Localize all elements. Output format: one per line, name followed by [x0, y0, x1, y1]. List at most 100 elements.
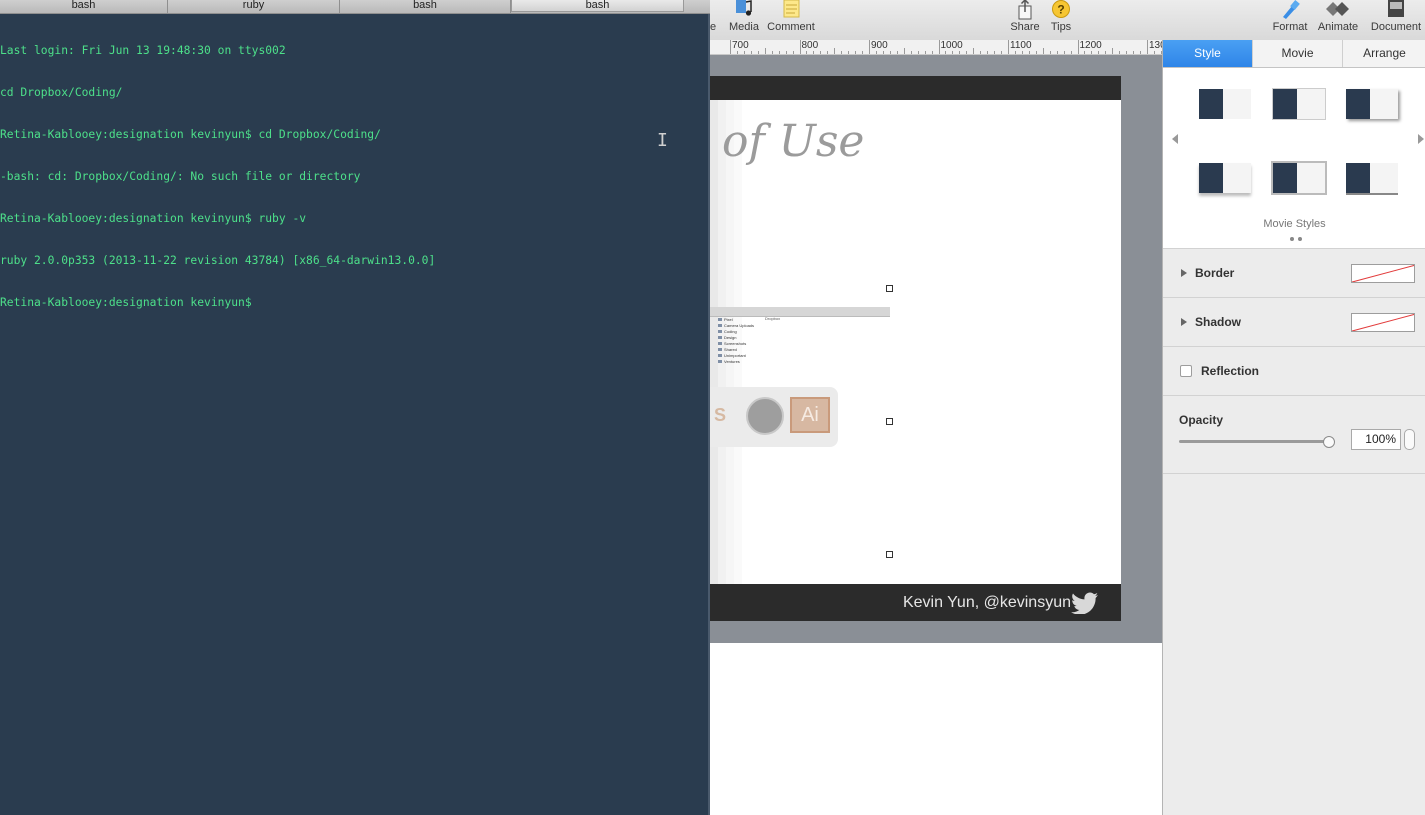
- ruler-tick: [813, 51, 815, 54]
- tips-button[interactable]: ? Tips: [1046, 0, 1076, 40]
- media-button[interactable]: Media: [726, 0, 762, 40]
- comment-note-icon: [783, 0, 800, 18]
- terminal-tab-bar: bash ruby bash bash: [0, 0, 710, 14]
- selection-handle[interactable]: [886, 285, 893, 292]
- movie-style-thumb[interactable]: [1346, 89, 1398, 119]
- slide-footer-bar: Kevin Yun, @kevinsyun: [710, 584, 1121, 621]
- app-icons-strip[interactable]: S Ai: [710, 387, 838, 447]
- tab-style[interactable]: Style: [1163, 40, 1253, 67]
- ruler-number: 900: [871, 40, 888, 51]
- movie-styles-panel: Movie Styles: [1163, 68, 1425, 249]
- opacity-stepper[interactable]: [1404, 429, 1415, 450]
- ruler-tick: [862, 51, 864, 54]
- ruler-tick: [730, 40, 731, 54]
- reflection-checkbox[interactable]: [1180, 365, 1192, 377]
- shadow-label: Shadow: [1195, 315, 1242, 329]
- movie-style-thumb[interactable]: [1271, 161, 1327, 195]
- twitter-bird-icon: [1071, 592, 1098, 614]
- slide-canvas[interactable]: of Use Dropbox Pixel Camera Uploads Codi…: [710, 55, 1162, 643]
- diamond-icon: [1326, 2, 1349, 16]
- movie-style-thumb[interactable]: [1346, 163, 1398, 195]
- ruler-tick: [903, 48, 905, 54]
- horizontal-ruler: 700 800 900 1000 1100 1200 1300: [710, 40, 1162, 55]
- opacity-slider[interactable]: [1179, 440, 1329, 443]
- ruler-tick: [1042, 48, 1044, 54]
- opacity-field[interactable]: 100%: [1351, 429, 1401, 450]
- slide[interactable]: of Use Dropbox Pixel Camera Uploads Codi…: [710, 76, 1121, 621]
- document-button[interactable]: Document: [1368, 0, 1424, 40]
- ruler-tick: [938, 40, 940, 54]
- prev-arrow-icon[interactable]: [1172, 134, 1178, 144]
- ruler-tick: [785, 51, 787, 54]
- ruler-tick: [1077, 40, 1079, 54]
- page-dot[interactable]: [1290, 237, 1294, 241]
- format-button[interactable]: Format: [1270, 0, 1310, 40]
- ruler-tick: [959, 51, 961, 54]
- document-icon: [1388, 0, 1404, 17]
- ruler-tick: [1001, 51, 1003, 54]
- animate-button[interactable]: Animate: [1314, 0, 1362, 40]
- ruler-tick: [1098, 51, 1100, 54]
- ruler-tick: [931, 51, 933, 54]
- movie-style-thumb[interactable]: [1199, 163, 1251, 193]
- finder-row: Ventures: [710, 359, 890, 365]
- tab-movie[interactable]: Movie: [1253, 40, 1343, 67]
- ruler-tick: [952, 51, 954, 54]
- selection-handle[interactable]: [886, 418, 893, 425]
- ruler-tick: [1133, 51, 1135, 54]
- ruler-tick: [1126, 51, 1128, 54]
- slide-footer-text: Kevin Yun, @kevinsyun: [902, 594, 1071, 611]
- ruler-tick: [1028, 51, 1030, 54]
- ruler-tick: [882, 51, 884, 54]
- ruler-tick: [1147, 40, 1148, 54]
- ruler-tick: [827, 51, 829, 54]
- movie-style-thumb[interactable]: [1199, 89, 1251, 119]
- selection-handle[interactable]: [886, 551, 893, 558]
- shadow-color-well[interactable]: [1351, 313, 1415, 332]
- ruler-tick: [896, 51, 898, 54]
- slide-title[interactable]: of Use: [722, 116, 864, 167]
- disclosure-triangle-icon[interactable]: [1181, 269, 1187, 277]
- terminal-tab[interactable]: bash: [340, 0, 511, 13]
- tab-arrange[interactable]: Arrange: [1343, 40, 1425, 67]
- terminal-output[interactable]: Last login: Fri Jun 13 19:48:30 on ttys0…: [0, 16, 705, 338]
- next-arrow-icon[interactable]: [1418, 134, 1424, 144]
- opacity-slider-knob[interactable]: [1323, 436, 1335, 448]
- ruler-tick: [966, 51, 968, 54]
- elephant-app-icon: [746, 397, 784, 435]
- terminal-window[interactable]: bash ruby bash bash Last login: Fri Jun …: [0, 0, 710, 815]
- ruler-number: 700: [732, 40, 749, 51]
- terminal-scrollbar[interactable]: [708, 14, 710, 815]
- movie-style-thumb[interactable]: [1272, 88, 1326, 120]
- ruler-tick: [1112, 48, 1114, 54]
- ruler-tick: [875, 51, 877, 54]
- border-label: Border: [1195, 266, 1235, 280]
- terminal-prompt-line: Retina-Kablooey:designation kevinyun$: [0, 296, 252, 309]
- ruler-number: 1100: [1010, 40, 1032, 51]
- ruler-tick: [1105, 51, 1107, 54]
- canvas-bottom-area: [710, 643, 1162, 815]
- comment-button[interactable]: Comment: [766, 0, 816, 40]
- ruler-tick: [736, 51, 738, 54]
- border-color-well[interactable]: [1351, 264, 1415, 283]
- ruler-tick: [1119, 51, 1121, 54]
- paintbrush-icon: [1283, 0, 1300, 19]
- svg-text:?: ?: [1057, 3, 1064, 17]
- ruler-tick: [743, 51, 745, 54]
- ruler-tick: [855, 51, 857, 54]
- ruler-tick: [945, 51, 947, 54]
- page-dot[interactable]: [1298, 237, 1302, 241]
- disclosure-triangle-icon[interactable]: [1181, 318, 1187, 326]
- terminal-tab[interactable]: bash: [0, 0, 168, 13]
- terminal-tab-active[interactable]: bash: [511, 0, 684, 12]
- terminal-line: Last login: Fri Jun 13 19:48:30 on ttys0…: [0, 44, 286, 57]
- ruler-tick: [987, 51, 989, 54]
- terminal-tab[interactable]: ruby: [168, 0, 340, 13]
- share-button[interactable]: Share: [1008, 0, 1042, 40]
- app-s-icon: S: [714, 405, 727, 425]
- ruler-tick: [1035, 51, 1037, 54]
- opacity-section: Opacity 100%: [1163, 396, 1425, 474]
- ruler-number: 1200: [1079, 40, 1102, 51]
- finder-screenshot[interactable]: Dropbox Pixel Camera Uploads Coding Desi…: [710, 307, 890, 377]
- ruler-tick: [1140, 51, 1142, 54]
